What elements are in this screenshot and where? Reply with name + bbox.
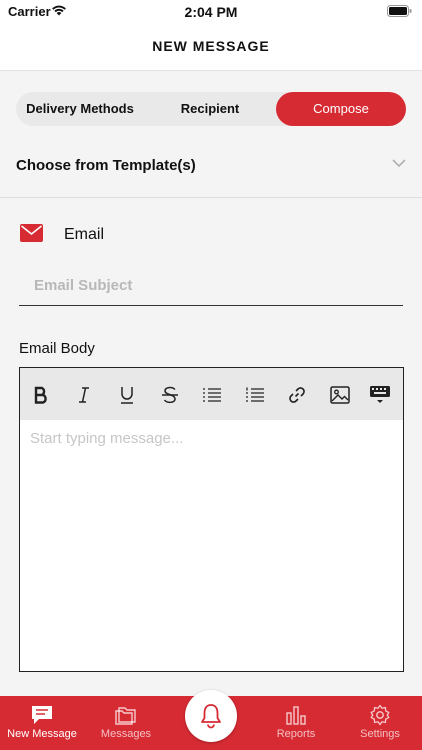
unordered-list-icon[interactable] xyxy=(200,383,224,407)
strikethrough-icon[interactable] xyxy=(158,383,182,407)
page-title: NEW MESSAGE xyxy=(152,38,270,54)
email-body-editor xyxy=(19,367,404,672)
segment-recipient[interactable]: Recipient xyxy=(144,92,276,126)
gear-icon xyxy=(370,704,390,726)
bar-chart-icon xyxy=(286,706,306,725)
segment-delivery-methods[interactable]: Delivery Methods xyxy=(16,92,144,126)
tab-reports-label: Reports xyxy=(276,728,316,740)
link-icon[interactable] xyxy=(285,383,309,407)
step-segmented-control: Delivery Methods Recipient Compose xyxy=(16,92,406,126)
compose-icon xyxy=(32,706,52,724)
italic-icon[interactable] xyxy=(72,383,96,407)
ordered-list-icon[interactable] xyxy=(243,383,267,407)
tab-messages-label: Messages xyxy=(100,728,152,740)
nav-bar: NEW MESSAGE xyxy=(0,24,422,71)
segment-compose[interactable]: Compose xyxy=(276,92,406,126)
tab-reports[interactable]: Reports xyxy=(254,696,338,750)
bell-icon xyxy=(201,704,221,729)
tab-messages[interactable]: Messages xyxy=(84,696,168,750)
status-time: 2:04 PM xyxy=(184,4,238,20)
mail-icon xyxy=(20,224,43,242)
notifications-button[interactable] xyxy=(185,690,237,742)
email-channel-label: Email xyxy=(64,226,105,243)
bold-icon[interactable] xyxy=(29,383,53,407)
editor-toolbar xyxy=(20,368,403,420)
email-body-input[interactable] xyxy=(20,420,403,671)
template-chooser-label: Choose from Template(s) xyxy=(16,157,196,174)
email-body-label: Email Body xyxy=(19,340,95,357)
divider xyxy=(0,197,422,198)
tab-new-message[interactable]: New Message xyxy=(0,696,84,750)
underline-icon[interactable] xyxy=(115,383,139,407)
image-icon[interactable] xyxy=(328,383,352,407)
template-chooser[interactable]: Choose from Template(s) xyxy=(0,141,422,191)
tab-new-message-label: New Message xyxy=(7,728,77,740)
email-subject-input[interactable] xyxy=(19,266,403,306)
status-bar: Carrier 2:04 PM xyxy=(0,0,422,24)
chevron-down-icon xyxy=(392,159,406,168)
tab-settings-label: Settings xyxy=(360,728,400,740)
folder-icon xyxy=(115,707,136,725)
keyboard-hide-icon[interactable] xyxy=(369,383,391,407)
battery-icon xyxy=(387,5,412,17)
tab-settings[interactable]: Settings xyxy=(338,696,422,750)
